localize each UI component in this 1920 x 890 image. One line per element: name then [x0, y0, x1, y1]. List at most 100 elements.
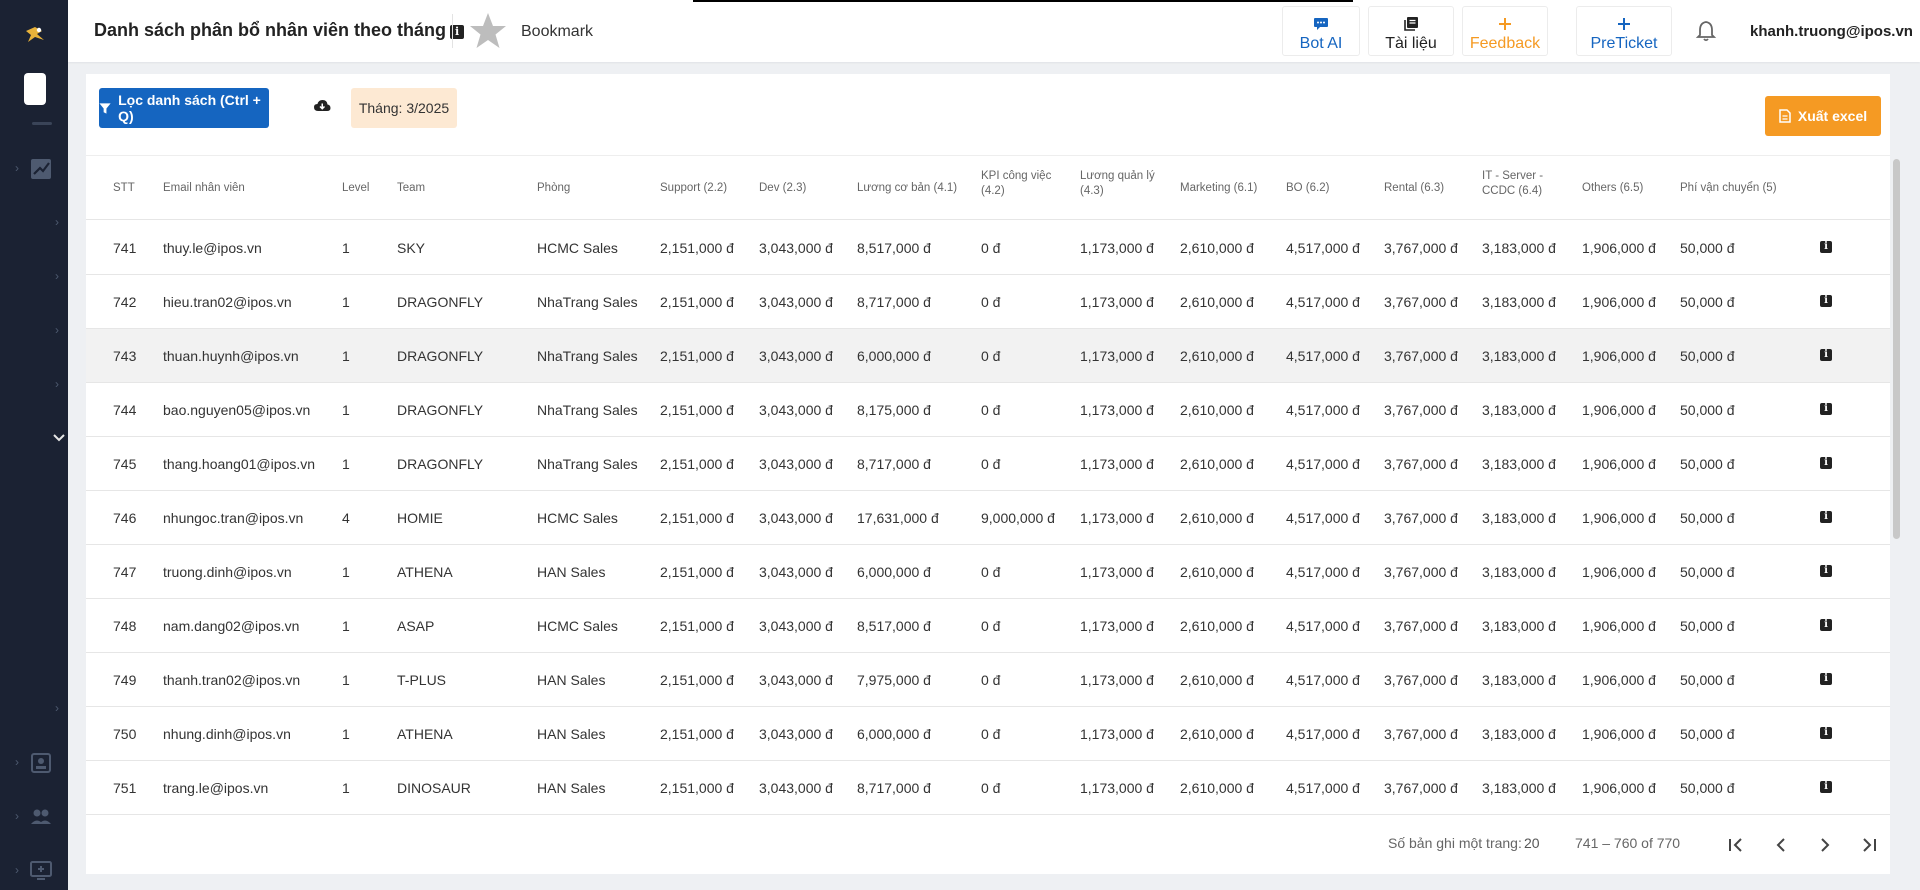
column-header-it-server[interactable]: IT - Server - CCDC (6.4): [1482, 169, 1543, 199]
cell-kpi: 0 đ: [981, 726, 1001, 742]
table-row[interactable]: 750 nhung.dinh@ipos.vn 1 ATHENA HAN Sales 2,1…: [86, 707, 1890, 761]
cell-manager-salary: 1,173,000 đ: [1080, 726, 1154, 742]
cell-others: 1,906,000 đ: [1582, 672, 1656, 688]
cell-stt: 745: [113, 456, 137, 472]
row-info-icon[interactable]: i: [1820, 403, 1832, 415]
cell-others: 1,906,000 đ: [1582, 780, 1656, 796]
bell-icon[interactable]: [1694, 19, 1718, 43]
column-header-manager-salary[interactable]: Lương quản lý (4.3): [1080, 169, 1155, 199]
column-header-others[interactable]: Others (6.5): [1582, 181, 1643, 196]
chevron-right-icon[interactable]: ›: [15, 810, 25, 822]
cell-others: 1,906,000 đ: [1582, 564, 1656, 580]
chevron-right-icon[interactable]: ›: [55, 324, 65, 336]
row-info-icon[interactable]: i: [1820, 565, 1832, 577]
row-info-icon[interactable]: i: [1820, 619, 1832, 631]
column-header-stt[interactable]: STT: [113, 181, 135, 196]
cell-bo: 4,517,000 đ: [1286, 456, 1360, 472]
bot-ai-button[interactable]: Bot AI: [1282, 6, 1360, 56]
per-page-select[interactable]: 20: [1524, 835, 1540, 851]
cell-team: ASAP: [397, 618, 435, 634]
column-header-kpi[interactable]: KPI công việc (4.2): [981, 169, 1051, 199]
cell-rental: 3,767,000 đ: [1384, 240, 1458, 256]
table-row[interactable]: 743 thuan.huynh@ipos.vn 1 DRAGONFLY NhaTrang…: [86, 329, 1890, 383]
cell-level: 1: [342, 672, 350, 688]
chevron-right-icon[interactable]: ›: [55, 216, 65, 228]
chevron-right-icon[interactable]: ›: [55, 702, 65, 714]
cell-support: 2,151,000 đ: [660, 672, 734, 688]
last-page-icon[interactable]: [1855, 831, 1883, 859]
month-filter-chip[interactable]: Tháng: 3/2025: [351, 88, 457, 128]
cell-it-server: 3,183,000 đ: [1482, 240, 1556, 256]
monitor-add-icon[interactable]: [28, 858, 54, 884]
column-header-bo[interactable]: BO (6.2): [1286, 181, 1329, 196]
preticket-button[interactable]: PreTicket: [1576, 6, 1672, 56]
column-header-department[interactable]: Phòng: [537, 181, 570, 196]
cell-it-server: 3,183,000 đ: [1482, 348, 1556, 364]
first-page-icon[interactable]: [1722, 831, 1750, 859]
user-account[interactable]: khanh.truong@ipos.vn: [1750, 23, 1913, 40]
row-info-icon[interactable]: i: [1820, 727, 1832, 739]
table-row[interactable]: 746 nhungoc.tran@ipos.vn 4 HOMIE HCMC Sales 2…: [86, 491, 1890, 545]
cell-base-salary: 8,717,000 đ: [857, 294, 931, 310]
table-row[interactable]: 749 thanh.tran02@ipos.vn 1 T-PLUS HAN Sales 2…: [86, 653, 1890, 707]
next-page-icon[interactable]: [1811, 831, 1839, 859]
row-info-icon[interactable]: i: [1820, 295, 1832, 307]
column-header-marketing[interactable]: Marketing (6.1): [1180, 181, 1257, 196]
filter-list-button[interactable]: Lọc danh sách (Ctrl + Q): [99, 88, 269, 128]
table-row[interactable]: 742 hieu.tran02@ipos.vn 1 DRAGONFLY NhaTrang…: [86, 275, 1890, 329]
table-row[interactable]: 741 thuy.le@ipos.vn 1 SKY HCMC Sales 2,151,00…: [86, 221, 1890, 275]
chevron-right-icon[interactable]: ›: [55, 270, 65, 282]
table-row[interactable]: 747 truong.dinh@ipos.vn 1 ATHENA HAN Sales 2,…: [86, 545, 1890, 599]
app-logo-icon[interactable]: [22, 22, 48, 48]
column-header-level[interactable]: Level: [342, 181, 370, 196]
cell-email: trang.le@ipos.vn: [163, 780, 269, 796]
sidebar-active-indicator[interactable]: [24, 73, 46, 105]
feedback-button[interactable]: Feedback: [1462, 6, 1548, 56]
row-info-icon[interactable]: i: [1820, 511, 1832, 523]
export-excel-button[interactable]: Xuất excel: [1765, 96, 1881, 136]
chevron-right-icon[interactable]: ›: [15, 864, 25, 876]
cloud-download-icon[interactable]: [313, 98, 331, 114]
cell-support: 2,151,000 đ: [660, 780, 734, 796]
id-badge-icon[interactable]: [28, 750, 54, 776]
row-info-icon[interactable]: i: [1820, 673, 1832, 685]
row-info-icon[interactable]: i: [1820, 781, 1832, 793]
prev-page-icon[interactable]: [1767, 831, 1795, 859]
cell-base-salary: 6,000,000 đ: [857, 726, 931, 742]
row-info-icon[interactable]: i: [1820, 241, 1832, 253]
chevron-right-icon[interactable]: ›: [15, 162, 25, 174]
docs-button[interactable]: Tài liệu: [1368, 6, 1454, 56]
column-header-dev[interactable]: Dev (2.3): [759, 181, 806, 196]
chevron-right-icon[interactable]: ›: [55, 378, 65, 390]
bookmark-label[interactable]: Bookmark: [521, 23, 593, 41]
cell-stt: 744: [113, 402, 137, 418]
cell-support: 2,151,000 đ: [660, 510, 734, 526]
column-header-shipping-fee[interactable]: Phí vận chuyển (5): [1680, 181, 1777, 196]
column-header-base-salary[interactable]: Lương cơ bản (4.1): [857, 181, 957, 196]
filter-list-label: Lọc danh sách (Ctrl + Q): [118, 92, 261, 124]
table-row[interactable]: 744 bao.nguyen05@ipos.vn 1 DRAGONFLY NhaTran…: [86, 383, 1890, 437]
row-info-icon[interactable]: i: [1820, 349, 1832, 361]
cell-rental: 3,767,000 đ: [1384, 294, 1458, 310]
table-row[interactable]: 751 trang.le@ipos.vn 1 DINOSAUR HAN Sales 2,1…: [86, 761, 1890, 815]
table-row[interactable]: 745 thang.hoang01@ipos.vn 1 DRAGONFLY NhaTra…: [86, 437, 1890, 491]
users-icon[interactable]: [28, 804, 54, 830]
chart-edit-icon[interactable]: [28, 156, 54, 182]
library-icon: [1404, 17, 1418, 31]
column-header-email[interactable]: Email nhân viên: [163, 181, 245, 196]
column-header-rental[interactable]: Rental (6.3): [1384, 181, 1444, 196]
table-header: STT Email nhân viên Level Team Phòng Support …: [86, 156, 1890, 220]
column-header-team[interactable]: Team: [397, 181, 425, 196]
scrollbar-thumb[interactable]: [1893, 159, 1900, 539]
chevron-down-icon[interactable]: [53, 433, 65, 443]
column-header-line: (4.2): [981, 185, 1005, 197]
cell-department: HAN Sales: [537, 726, 606, 742]
chevron-right-icon[interactable]: ›: [15, 756, 25, 768]
row-info-icon[interactable]: i: [1820, 457, 1832, 469]
column-header-line: (4.3): [1080, 185, 1104, 197]
table-row[interactable]: 748 nam.dang02@ipos.vn 1 ASAP HCMC Sales 2,15…: [86, 599, 1890, 653]
cell-bo: 4,517,000 đ: [1286, 510, 1360, 526]
column-header-support[interactable]: Support (2.2): [660, 181, 727, 196]
header-accent-line: [693, 0, 1353, 2]
bookmark-star-icon[interactable]: [468, 11, 508, 51]
